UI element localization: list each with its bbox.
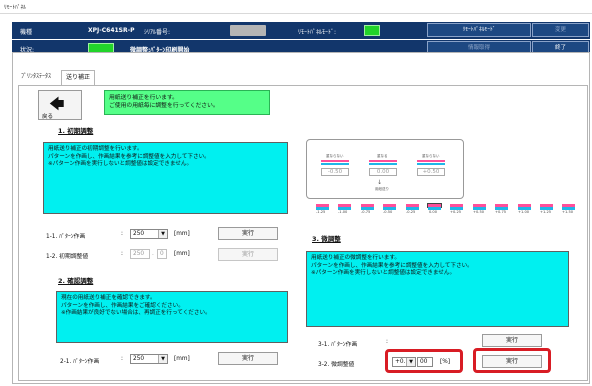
pattern-draw-label: 1-1. ﾊﾟﾀｰﾝ作画 — [46, 234, 86, 240]
preview-pink-bar — [369, 160, 397, 162]
confirm-adjust-description: 現在の用紙送り補正を確認できます。 パターンを作画し、作画結果をご確認ください。… — [56, 291, 288, 343]
initial-adjust-description: 用紙送り補正の初期調整を行います。 パターンを作画し、作画結果を参考に調整値を入… — [43, 142, 288, 214]
scale-label: -1.00 — [338, 210, 348, 214]
desc-line: ※パターン作画を実行しないと調整値は設定できません。 — [311, 270, 456, 276]
initial-value-execute-button[interactable]: 実行 — [218, 248, 278, 261]
scale-label: +1.00 — [518, 210, 530, 214]
preview-cyan-bar — [369, 163, 397, 165]
unit-label: [mm] — [174, 251, 190, 257]
down-arrow-icon: ↓ — [377, 179, 383, 186]
initial-value-field-2[interactable]: 0 — [157, 249, 167, 259]
scale-label: -1.25 — [316, 210, 326, 214]
serial-label: ｼﾘｱﾙ番号: — [144, 29, 171, 36]
unit-label: [mm] — [174, 231, 190, 237]
desc-line: 用紙送り補正の初期調整を行います。 — [48, 146, 143, 152]
notice-line: 用紙送り補正を行います。 — [109, 95, 178, 101]
notice-line: ご使用の用紙毎に調整を行ってください。 — [109, 103, 219, 109]
fine-pattern-label: 3-1. ﾊﾟﾀｰﾝ作画 — [318, 342, 358, 348]
field-value: 250 — [133, 251, 145, 257]
tab-printer-status[interactable]: ﾌﾟﾘﾝﾀｽﾃｰﾀｽ — [17, 70, 56, 86]
chevron-down-icon: ▼ — [158, 230, 167, 238]
confirm-adjust-title: 2. 確認調整 — [58, 277, 94, 285]
initial-pattern-execute-button[interactable]: 実行 — [218, 227, 278, 240]
preview-pink-bar — [417, 160, 445, 162]
remote-mode-indicator — [364, 25, 380, 36]
fine-pattern-execute-button[interactable]: 実行 — [482, 334, 542, 347]
model-label: 機種 — [20, 29, 33, 36]
scale-label: +0.25 — [450, 210, 462, 214]
desc-line: 用紙送り補正の微調整を行います。 — [311, 255, 400, 261]
scale-label: -0.25 — [406, 210, 416, 214]
confirm-length-select[interactable]: 250 ▼ — [130, 354, 168, 364]
preview-pink-bar — [321, 160, 349, 162]
back-button[interactable]: 🡄 戻る — [38, 90, 82, 120]
remote-mode-button[interactable]: ﾘﾓｰﾄﾊﾟﾈﾙﾓｰﾄﾞ — [427, 23, 531, 37]
chevron-down-icon: ▼ — [158, 355, 167, 363]
highlight-execute-button — [473, 348, 551, 373]
preview-center-label: 用紙送り — [375, 187, 389, 191]
scale-label: -0.75 — [361, 210, 371, 214]
desc-line: 現在の用紙送り補正を確認できます。 — [61, 295, 156, 301]
preview-value: 0.00 — [369, 168, 397, 176]
serial-value-masked — [230, 25, 266, 36]
preview-label: 重なる — [377, 154, 388, 158]
select-value: 250 — [133, 231, 145, 237]
desc-line: パターンを作画し、作画結果を参考に調整値を入力して下さい。 — [48, 153, 210, 160]
preview-cyan-bar — [321, 163, 349, 165]
desc-line: ※作画結果が良好でない場合は、再調正を行ってください。 — [61, 310, 211, 316]
colon: : — [121, 251, 123, 257]
fine-adjust-description: 用紙送り補正の微調整を行います。 パターンを作画し、作画結果を参考に調整値を入力… — [306, 251, 569, 327]
highlight-value-box — [385, 349, 463, 373]
confirm-pattern-label: 2-1. ﾊﾟﾀｰﾝ作画 — [60, 359, 100, 365]
scale-label: +1.25 — [540, 210, 552, 214]
preview-value: +0.50 — [417, 168, 445, 176]
desc-line: パターンを作画し、作画結果を参考に調整値を入力して下さい。 — [311, 262, 473, 269]
scale-label: 0.00 — [429, 210, 438, 214]
fine-adjust-title: 3. 微調整 — [312, 235, 341, 243]
desc-line: パターンを作画し、作画結果をご確認ください。 — [61, 302, 184, 309]
field-value: 0 — [160, 251, 164, 257]
confirm-execute-button[interactable]: 実行 — [218, 352, 278, 365]
window-titlebar: ﾘﾓｰﾄﾊﾟﾈﾙ — [0, 0, 592, 14]
scale-label: +0.75 — [495, 210, 507, 214]
change-button[interactable]: 変更 — [532, 23, 589, 37]
colon: : — [386, 339, 388, 345]
preview-value: -0.50 — [321, 168, 349, 176]
colon: : — [121, 231, 123, 237]
preview-label: 重ならない — [422, 154, 440, 158]
instruction-notice: 用紙送り補正を行います。 ご使用の用紙毎に調整を行ってください。 — [104, 90, 270, 115]
colon: : — [121, 356, 123, 362]
remote-mode-label: ﾘﾓｰﾄﾊﾟﾈﾙﾓｰﾄﾞ: — [298, 29, 337, 36]
fine-adjust-preview: 重ならない 重なる 重ならない -0.50 0.00 +0.50 ↓ 用紙送り — [306, 139, 464, 199]
initial-adjust-title: 1. 初期調整 — [58, 127, 94, 135]
fine-value-label: 3-2. 微調整値 — [318, 362, 355, 368]
scale-label: +0.50 — [473, 210, 485, 214]
tab-feed-correction[interactable]: 送り補正 — [61, 70, 96, 86]
initial-value-field-1[interactable]: 250 — [130, 249, 150, 259]
initial-value-label: 1-2. 初期調整値 — [46, 254, 89, 260]
select-value: 250 — [133, 356, 145, 362]
back-label: 戻る — [42, 114, 54, 120]
model-value: XPJ-C641SR-P — [88, 27, 135, 34]
pattern-length-select[interactable]: 250 ▼ — [130, 229, 168, 239]
scale-label: +1.50 — [562, 210, 574, 214]
dot: . — [152, 251, 154, 257]
header-model-row: 機種 XPJ-C641SR-P ｼﾘｱﾙ番号: ﾘﾓｰﾄﾊﾟﾈﾙﾓｰﾄﾞ: ﾘﾓ… — [12, 22, 590, 39]
fine-adjust-scale: -1.25 -1.00 -0.75 -0.50 -0.25 0.00 +0.25… — [316, 203, 582, 216]
preview-label: 重ならない — [326, 154, 344, 158]
unit-label: [mm] — [174, 356, 190, 362]
desc-line: ※パターン作画を実行しないと調整値は設定できません。 — [48, 161, 193, 167]
scale-label: -0.50 — [383, 210, 393, 214]
window-title: ﾘﾓｰﾄﾊﾟﾈﾙ — [4, 5, 27, 11]
preview-cyan-bar — [417, 163, 445, 165]
